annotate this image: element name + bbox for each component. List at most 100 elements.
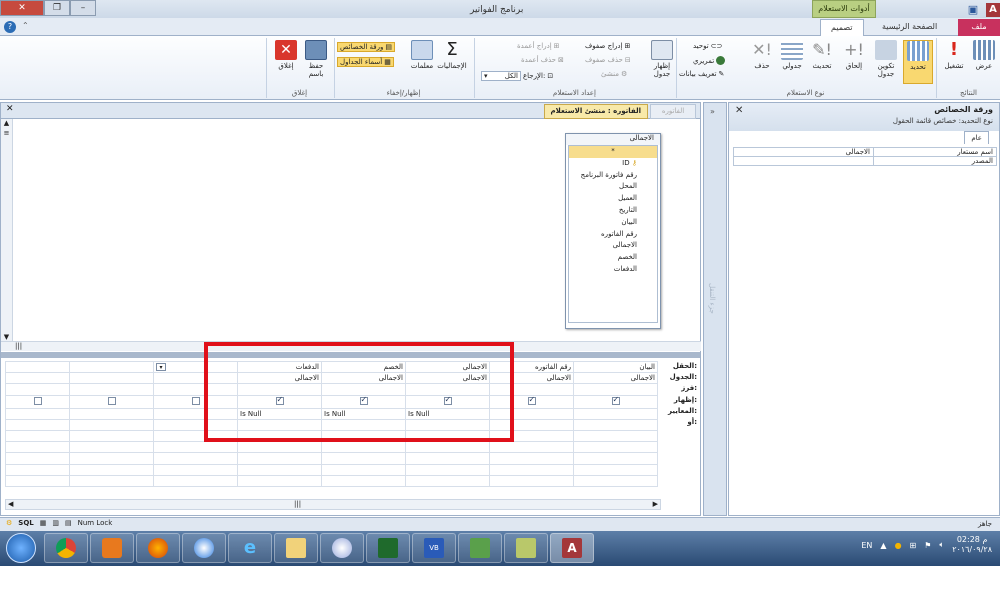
grid-empty-cell[interactable] [153, 452, 238, 465]
list-item[interactable]: الاجمالى [569, 240, 657, 252]
grid-empty-cell[interactable] [573, 474, 658, 487]
return-control[interactable]: ▾ الكل الإرجاع: ⊡ [481, 71, 553, 81]
show-checkbox[interactable] [33, 396, 42, 405]
grid-table-cell[interactable]: الاجمالى [573, 372, 658, 385]
run-button[interactable]: ! تشغيل [939, 40, 969, 71]
grid-empty-cell[interactable] [5, 441, 70, 454]
flag-icon[interactable]: ⚑ [924, 541, 931, 550]
minimize-button[interactable]: – [70, 0, 96, 16]
grid-field-cell[interactable]: البيان [573, 360, 658, 374]
grid-empty-cell[interactable] [69, 463, 154, 476]
grid-show-cell[interactable] [69, 394, 154, 409]
grid-empty-cell[interactable] [489, 452, 574, 465]
list-item[interactable]: المحل [569, 181, 657, 193]
grid-empty-cell[interactable] [5, 429, 70, 443]
property-sheet-button[interactable]: ورقة الخصائص ▤ [337, 42, 396, 52]
parameters-button[interactable]: معلمات [407, 40, 437, 70]
grid-criteria-cell[interactable] [69, 407, 154, 420]
list-item[interactable]: التاريخ [569, 205, 657, 217]
chart-view-icon[interactable]: ▥ [52, 519, 59, 527]
close-document-icon[interactable]: ✕ [6, 104, 14, 114]
building-taskbar-item[interactable] [458, 533, 502, 563]
close-icon[interactable]: ✕ [735, 105, 743, 116]
grid-criteria-cell[interactable] [573, 407, 658, 420]
data-definition-button[interactable]: تعريف بيانات ✎ [679, 70, 724, 78]
grid-empty-cell[interactable] [237, 474, 322, 487]
grid-empty-cell[interactable] [405, 463, 490, 476]
grid-horizontal-scrollbar[interactable]: ◀ ||| ▶ [5, 499, 661, 510]
field-list[interactable]: * ID ⚷ رقم فاتورة البرنامج المحل العميل … [568, 145, 658, 323]
insert-rows-button[interactable]: إدراج صفوف ⊞ [585, 42, 630, 50]
field-list-title[interactable]: الاجمالى [566, 134, 660, 145]
show-checkbox[interactable] [611, 395, 620, 405]
scroll-right-icon[interactable]: ▶ [653, 500, 658, 508]
scroll-thumb[interactable]: ||| [294, 500, 301, 508]
union-button[interactable]: توحيد ⊂⊃ [693, 42, 722, 50]
clock[interactable]: 02:28 م ٢٠١٦/٠٩/٢٨ [952, 535, 992, 555]
grid-empty-cell[interactable] [5, 463, 70, 476]
show-hidden-icons-icon[interactable]: ▲ [880, 541, 886, 550]
grid-empty-cell[interactable] [405, 441, 490, 454]
grid-empty-cell[interactable] [237, 441, 322, 454]
grid-or-cell[interactable] [573, 418, 658, 431]
ie-taskbar-item[interactable]: e [228, 533, 272, 563]
scroll-down-icon[interactable]: ▼ [1, 333, 12, 341]
save-icon[interactable]: ▣ [966, 3, 980, 17]
grid-empty-cell[interactable] [69, 429, 154, 443]
return-select[interactable]: ▾ الكل [481, 71, 521, 81]
grid-table-cell[interactable] [69, 372, 154, 385]
select-button[interactable]: تحديد [903, 40, 933, 84]
grid-empty-cell[interactable] [405, 474, 490, 487]
collapse-ribbon-icon[interactable]: ⌃ [22, 21, 29, 30]
grid-empty-cell[interactable] [5, 452, 70, 465]
list-item[interactable]: ID ⚷ [569, 158, 657, 170]
view-button[interactable]: عرض [969, 40, 999, 70]
property-value[interactable]: الاجمالى [733, 147, 874, 157]
close-query-button[interactable]: ✕ إغلاق [271, 40, 301, 70]
grid-empty-cell[interactable] [489, 474, 574, 487]
grid-empty-cell[interactable] [321, 441, 406, 454]
grid-empty-cell[interactable] [237, 452, 322, 465]
vb-taskbar-item[interactable]: VB [412, 533, 456, 563]
sql-view-icon[interactable]: SQL [18, 519, 33, 527]
expand-icon[interactable]: » [710, 107, 715, 116]
grid-show-cell[interactable] [5, 394, 70, 409]
grid-empty-cell[interactable] [321, 463, 406, 476]
grid-empty-cell[interactable] [69, 452, 154, 465]
chrome-taskbar-item[interactable] [44, 533, 88, 563]
field-list-box[interactable]: الاجمالى * ID ⚷ رقم فاتورة البرنامج المح… [565, 133, 661, 329]
show-checkbox[interactable] [527, 395, 536, 405]
insert-columns-button[interactable]: إدراج أعمدة ⊞ [517, 42, 560, 50]
datasheet-view-icon[interactable]: ▤ [65, 519, 72, 527]
show-checkbox[interactable] [107, 396, 116, 405]
table-names-button[interactable]: أسماء الجداول ▦ [337, 57, 394, 67]
grid-empty-cell[interactable] [573, 441, 658, 454]
scroll-left-icon[interactable]: ◀ [8, 500, 13, 508]
grid-sort-cell[interactable] [5, 383, 70, 396]
tab-design[interactable]: تصميم [820, 19, 864, 36]
scroll-thumb[interactable]: ||| [15, 342, 22, 350]
grid-sort-cell[interactable] [573, 383, 658, 396]
tray-app-icon[interactable]: ● [895, 541, 902, 550]
grid-criteria-cell[interactable] [5, 407, 70, 420]
list-item[interactable]: * [569, 146, 657, 158]
explorer-taskbar-item[interactable] [274, 533, 318, 563]
design-view-icon[interactable]: ⚙ [6, 519, 12, 527]
help-icon[interactable]: ? [4, 21, 16, 33]
append-button[interactable]: +! إلحاق [839, 40, 869, 70]
maximize-button[interactable]: ❐ [44, 0, 70, 16]
delete-button[interactable]: ✕! حذف [747, 40, 777, 70]
tab-home[interactable]: الصفحة الرئيسية [872, 19, 947, 36]
pass-through-button[interactable]: تمريري [693, 56, 726, 65]
book-taskbar-item[interactable] [366, 533, 410, 563]
property-row[interactable]: الاجمالى اسم مستعار [733, 147, 997, 157]
media-player-taskbar-item[interactable] [90, 533, 134, 563]
vertical-scrollbar[interactable]: ▲ ≡ ▼ [1, 119, 13, 341]
list-item[interactable]: البيان [569, 217, 657, 229]
grid-empty-cell[interactable] [153, 474, 238, 487]
start-button[interactable] [6, 533, 36, 563]
list-item[interactable]: رقم الفاتوره [569, 229, 657, 241]
property-value[interactable] [733, 156, 874, 166]
chevron-down-icon[interactable]: ▾ [156, 363, 166, 372]
grid-or-cell[interactable] [5, 418, 70, 431]
